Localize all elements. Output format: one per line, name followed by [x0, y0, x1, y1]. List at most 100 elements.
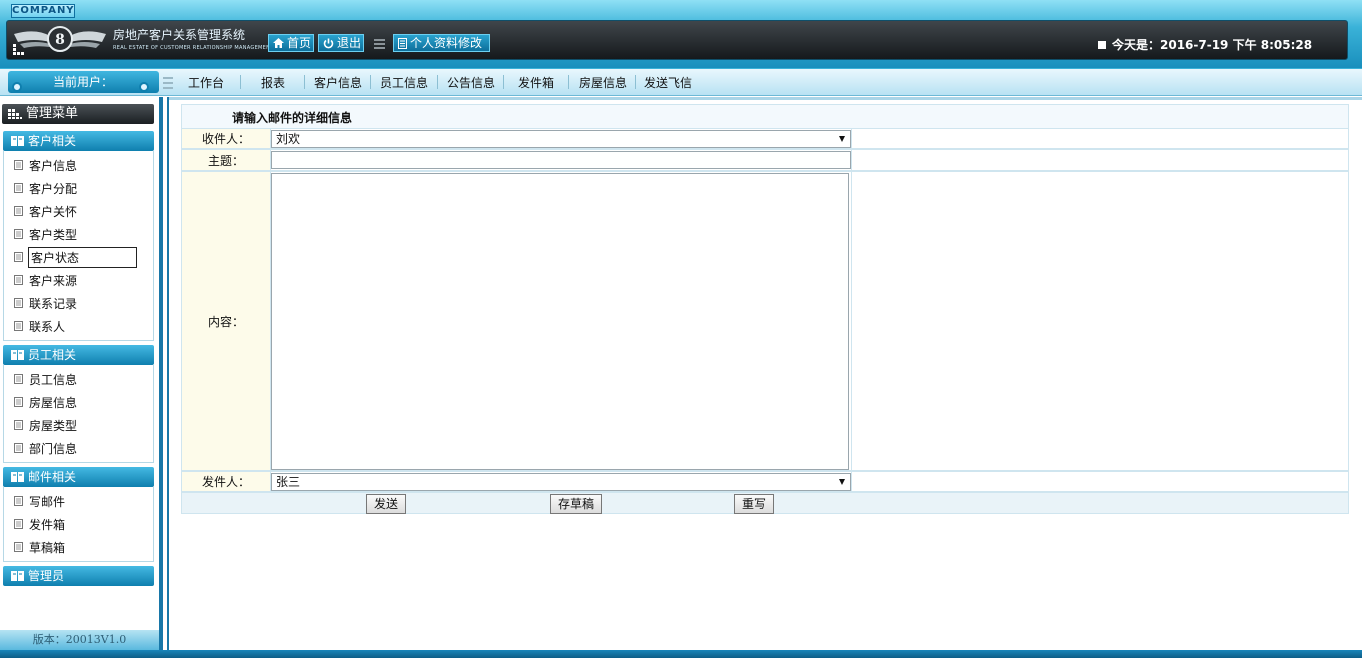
menu-title: 管理菜单 [2, 104, 154, 124]
content-row: 内容： [181, 171, 1349, 471]
nav-employee-info[interactable]: 员工信息 [380, 74, 428, 91]
group-employee[interactable]: 员工相关 [3, 345, 154, 365]
nav-workbench[interactable]: 工作台 [188, 74, 224, 91]
sidebar-item-outbox[interactable]: 发件箱 [14, 515, 65, 533]
sidebar-item-contacts[interactable]: 联系人 [14, 317, 65, 335]
sidebar-item-customer-source[interactable]: 客户来源 [14, 271, 77, 289]
logout-button[interactable]: 退出 [318, 34, 364, 52]
document-icon [14, 183, 23, 193]
nav-customer-info[interactable]: 客户信息 [314, 74, 362, 91]
nav-reports[interactable]: 报表 [261, 74, 285, 91]
sidebar-item-contact-records[interactable]: 联系记录 [14, 294, 77, 312]
group-mail-label: 邮件相关 [28, 470, 77, 484]
send-button[interactable]: 发送 [366, 494, 406, 514]
power-icon [323, 38, 334, 48]
nav-outbox[interactable]: 发件箱 [518, 74, 554, 91]
document-icon [14, 298, 23, 308]
nav-announcements[interactable]: 公告信息 [447, 74, 495, 91]
form-buttons-row: 发送 存草稿 重写 [181, 492, 1349, 514]
sidebar-item-drafts[interactable]: 草稿箱 [14, 538, 65, 556]
version-label: 版本：20013V1.0 [0, 630, 159, 650]
logout-label: 退出 [337, 36, 362, 50]
sidebar-item-label: 客户状态 [28, 246, 137, 268]
nav-divider [304, 75, 305, 89]
ring-icon [12, 82, 22, 92]
profile-edit-button[interactable]: 个人资料修改 [393, 34, 490, 52]
recipient-select[interactable]: 刘欢 [271, 130, 851, 148]
grip-icon [374, 39, 385, 49]
sender-label: 发件人： [182, 472, 271, 491]
nav-divider [240, 75, 241, 89]
system-title: 房地产客户关系管理系统 [113, 28, 246, 42]
today-text: 今天是：2016-7-19 下午 8:05:28 [1112, 38, 1313, 52]
dropdown-arrow-icon [839, 136, 845, 142]
group-admin[interactable]: 管理员 [3, 566, 154, 586]
recipient-row: 收件人： 刘欢 [181, 128, 1349, 149]
home-button[interactable]: 首页 [268, 34, 314, 52]
sidebar-item-customer-status[interactable]: 客户状态 [14, 246, 137, 268]
sidebar-item-label: 客户类型 [29, 227, 78, 242]
sidebar-item-department-info[interactable]: 部门信息 [14, 439, 77, 457]
document-icon [14, 160, 23, 170]
group-customer-label: 客户相关 [28, 134, 77, 148]
subject-row: 主题： [181, 149, 1349, 171]
book-icon [11, 472, 24, 482]
group-customer[interactable]: 客户相关 [3, 131, 154, 151]
document-icon [14, 275, 23, 285]
bottom-bar [0, 650, 1362, 658]
sidebar-item-label: 客户信息 [29, 158, 78, 173]
nav-divider [437, 75, 438, 89]
square-bullet-icon [1098, 40, 1106, 49]
row-divider [851, 129, 852, 148]
profile-edit-label: 个人资料修改 [410, 36, 483, 50]
document-icon [398, 37, 407, 49]
sidebar-item-customer-info[interactable]: 客户信息 [14, 156, 77, 174]
nav-divider [370, 75, 371, 89]
row-divider [851, 150, 852, 170]
sidebar-item-label: 写邮件 [29, 494, 66, 509]
sidebar-item-house-type[interactable]: 房屋类型 [14, 416, 77, 434]
current-user-label: 当前用户： [53, 75, 114, 89]
content-textarea[interactable] [271, 173, 849, 470]
company-badge: COMPANY [11, 4, 75, 18]
row-divider [851, 172, 852, 470]
sender-value: 张三 [276, 475, 301, 489]
group-admin-label: 管理员 [28, 569, 65, 583]
sidebar-item-label: 发件箱 [29, 517, 66, 532]
sender-select[interactable]: 张三 [271, 473, 851, 491]
group-employee-label: 员工相关 [28, 348, 77, 362]
nav-divider [503, 75, 504, 89]
subject-label: 主题： [182, 150, 271, 170]
dropdown-arrow-icon [839, 479, 845, 485]
bentley-logo-icon: 8 [14, 26, 106, 52]
today-datetime: 今天是：2016-7-19 下午 8:05:28 [1098, 36, 1312, 53]
reset-button[interactable]: 重写 [734, 494, 774, 514]
content-label: 内容： [182, 172, 271, 470]
nav-send-fetion[interactable]: 发送飞信 [644, 74, 692, 91]
sidebar-item-employee-info[interactable]: 员工信息 [14, 370, 77, 388]
document-icon [14, 229, 23, 239]
nav-house-info[interactable]: 房屋信息 [579, 74, 627, 91]
subject-input[interactable] [271, 151, 851, 169]
group-mail[interactable]: 邮件相关 [3, 467, 154, 487]
recipient-value: 刘欢 [276, 132, 301, 146]
recipient-label: 收件人： [182, 129, 271, 148]
save-draft-button[interactable]: 存草稿 [550, 494, 602, 514]
content-divider [167, 97, 169, 650]
sidebar-item-label: 员工信息 [29, 372, 78, 387]
sidebar-item-customer-care[interactable]: 客户关怀 [14, 202, 77, 220]
menu-title-label: 管理菜单 [26, 106, 79, 121]
content-top-border [169, 97, 1362, 100]
home-label: 首页 [287, 36, 312, 50]
row-divider [851, 472, 852, 491]
sidebar-item-house-info[interactable]: 房屋信息 [14, 393, 77, 411]
sidebar-item-label: 客户关怀 [29, 204, 78, 219]
document-icon [14, 206, 23, 216]
sidebar-item-write-mail[interactable]: 写邮件 [14, 492, 65, 510]
sidebar-item-customer-assign[interactable]: 客户分配 [14, 179, 77, 197]
book-icon [11, 350, 24, 360]
sidebar: 管理菜单 客户相关 客户信息 客户分配 客户关怀 客户类型 客户状态 客户来源 … [0, 97, 163, 650]
form-title: 请输入邮件的详细信息 [232, 111, 353, 125]
sidebar-item-label: 联系人 [29, 319, 66, 334]
sidebar-item-customer-type[interactable]: 客户类型 [14, 225, 77, 243]
